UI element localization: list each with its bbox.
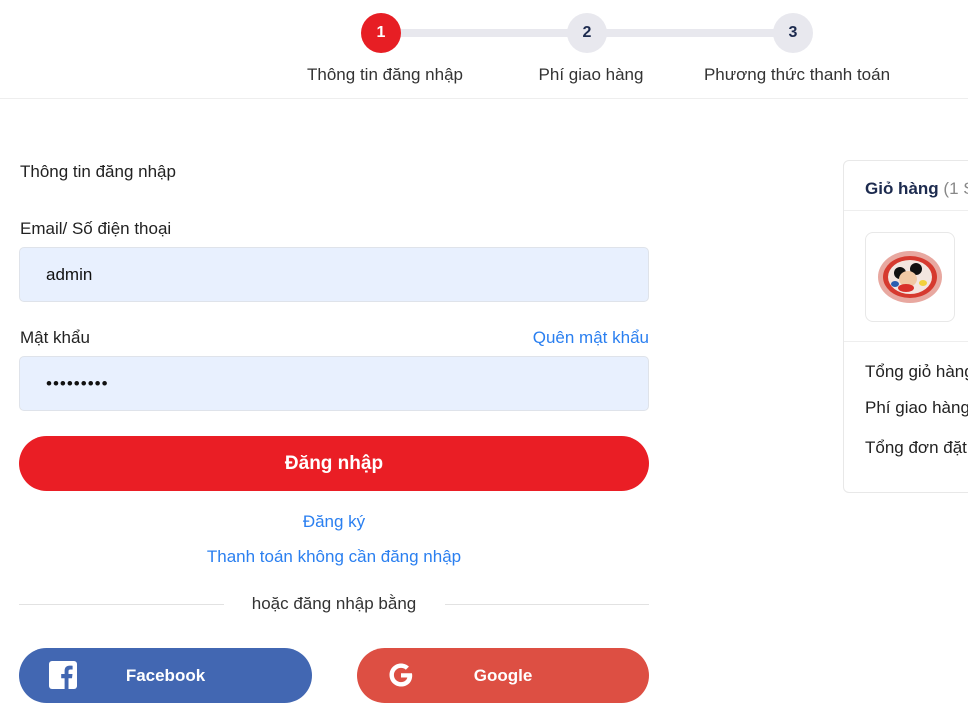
cart-shipping-label: Phí giao hàng — [865, 398, 968, 417]
step-3-number: 3 — [788, 24, 798, 41]
register-link-label: Đăng ký — [302, 512, 366, 531]
step-1-circle: 1 — [361, 13, 401, 53]
email-input-value: admin — [46, 264, 93, 284]
password-label: Mật khẩu — [20, 328, 90, 347]
step-1-label: Thông tin đăng nhập — [307, 65, 463, 84]
password-input-value: ••••••••• — [46, 373, 109, 393]
step-2-number: 2 — [582, 24, 592, 41]
step-connector-2-3 — [587, 29, 793, 37]
cart-total-label: Tổng giỏ hàng — [865, 362, 968, 381]
password-input[interactable]: ••••••••• — [19, 356, 649, 411]
cart-order-total-label: Tổng đơn đặt — [865, 438, 967, 457]
guest-checkout-link-label: Thanh toán không cần đăng nhập — [206, 547, 462, 566]
google-icon — [387, 661, 415, 689]
step-3-circle: 3 — [773, 13, 813, 53]
cart-panel: Giỏ hàng (1 S Tổng giỏ hàng Phí giao hàn… — [843, 160, 968, 493]
cart-count: (1 S — [943, 179, 968, 198]
login-section-title: Thông tin đăng nhập — [20, 162, 176, 181]
email-label: Email/ Số điện thoại — [20, 219, 172, 238]
product-plate-image — [878, 251, 942, 303]
login-button-label: Đăng nhập — [284, 452, 384, 474]
step-3-label: Phương thức thanh toán — [703, 65, 891, 84]
cart-separator — [844, 341, 968, 342]
facebook-login-button[interactable]: Facebook — [19, 648, 312, 703]
step-2-circle: 2 — [567, 13, 607, 53]
google-login-button[interactable]: Google — [357, 648, 649, 703]
cart-header: Giỏ hàng (1 S — [844, 161, 968, 211]
step-connector-1-2 — [380, 29, 587, 37]
guest-checkout-link[interactable]: Thanh toán không cần đăng nhập — [19, 547, 649, 567]
email-input[interactable]: admin — [19, 247, 649, 302]
step-2-label: Phí giao hàng — [538, 65, 644, 84]
social-login-divider-text: hoặc đăng nhập bằng — [251, 594, 417, 613]
login-button[interactable]: Đăng nhập — [19, 436, 649, 491]
cart-title: Giỏ hàng (1 S — [865, 179, 968, 199]
facebook-icon — [49, 661, 77, 689]
forgot-password-link[interactable]: Quên mật khẩu — [533, 328, 649, 348]
step-1-number: 1 — [376, 24, 386, 41]
cart-item-thumbnail[interactable] — [865, 232, 955, 322]
checkout-stepper: 1 2 3 Thông tin đăng nhập Phí giao hàng … — [0, 0, 968, 99]
register-link[interactable]: Đăng ký — [19, 512, 649, 532]
cart-title-text: Giỏ hàng — [865, 179, 939, 198]
